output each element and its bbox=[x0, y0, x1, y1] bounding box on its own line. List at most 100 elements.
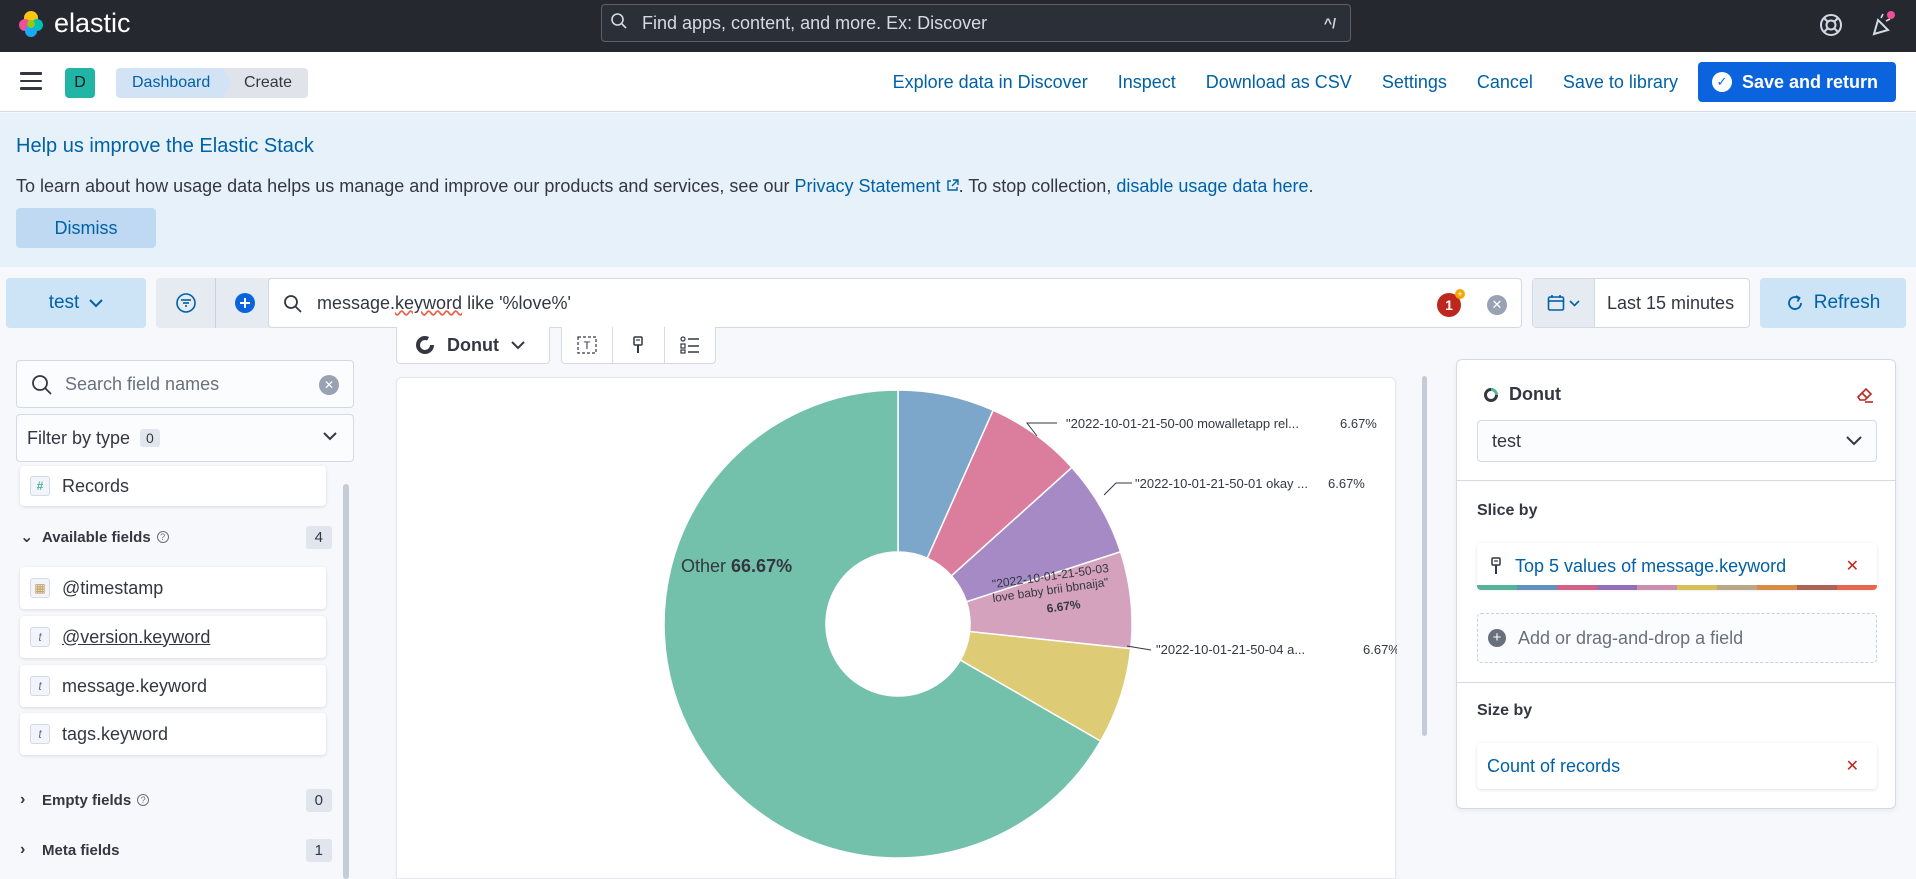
field-name: @timestamp bbox=[62, 577, 164, 598]
breadcrumb-dashboard[interactable]: Dashboard bbox=[116, 68, 232, 98]
filter-icon bbox=[175, 293, 196, 313]
donut-chart-icon bbox=[416, 336, 434, 354]
layer-header: Donut bbox=[1483, 384, 1561, 405]
privacy-statement-link[interactable]: Privacy Statement bbox=[794, 176, 959, 196]
refresh-label: Refresh bbox=[1813, 292, 1881, 313]
elastic-logo[interactable]: elastic bbox=[16, 8, 131, 39]
field-name: tags.keyword bbox=[62, 723, 169, 744]
kql-query-input[interactable]: message.keyword like '%love%' 1 + ✕ bbox=[268, 278, 1522, 328]
filter-by-type-count: 0 bbox=[140, 429, 160, 447]
refresh-button[interactable]: Refresh bbox=[1760, 278, 1906, 328]
global-search-input[interactable]: Find apps, content, and more. Ex: Discov… bbox=[601, 4, 1351, 42]
layer-data-view-value: test bbox=[1492, 430, 1522, 451]
add-field-dropzone[interactable]: + Add or drag-and-drop a field bbox=[1477, 613, 1877, 663]
legend-button[interactable] bbox=[663, 327, 715, 363]
data-view-label: test bbox=[48, 292, 80, 313]
inspect-link[interactable]: Inspect bbox=[1118, 72, 1176, 93]
callout-text-after: . bbox=[1308, 176, 1314, 196]
filter-button-group bbox=[156, 278, 274, 328]
global-header: elastic Find apps, content, and more. Ex… bbox=[0, 0, 1916, 52]
telemetry-callout: Help us improve the Elastic Stack To lea… bbox=[0, 113, 1916, 267]
add-filter-button[interactable] bbox=[215, 278, 274, 328]
clear-field-search-icon[interactable]: ✕ bbox=[319, 375, 339, 395]
callout-text: To learn about how usage data helps us m… bbox=[16, 176, 1314, 197]
divider bbox=[1457, 480, 1895, 481]
chart-type-switcher[interactable]: Donut bbox=[396, 327, 550, 364]
menu-toggle-icon[interactable] bbox=[20, 72, 42, 90]
settings-link[interactable]: Settings bbox=[1382, 72, 1447, 93]
text-label-icon: T bbox=[577, 336, 597, 354]
top-nav-links: Explore data in Discover Inspect Downloa… bbox=[863, 62, 1896, 102]
callout-label: "2022-10-01-21-50-00 mowalletapp rel... bbox=[1066, 416, 1299, 431]
palette-button[interactable] bbox=[612, 327, 663, 363]
empty-fields-count: 0 bbox=[305, 788, 332, 812]
eraser-icon[interactable] bbox=[1855, 384, 1875, 404]
cancel-link[interactable]: Cancel bbox=[1477, 72, 1533, 93]
palette-swatch bbox=[1517, 585, 1557, 590]
save-to-library-link[interactable]: Save to library bbox=[1563, 72, 1678, 93]
filter-by-type-select[interactable]: Filter by type 0 bbox=[16, 414, 354, 462]
data-view-picker[interactable]: test bbox=[6, 278, 146, 328]
search-icon bbox=[32, 375, 52, 395]
callout-leader-line bbox=[1103, 482, 1132, 496]
calendar-icon bbox=[1547, 295, 1565, 311]
check-icon: ✓ bbox=[1711, 72, 1732, 92]
palette-preview bbox=[1477, 585, 1877, 590]
sidebar-scrollbar[interactable] bbox=[343, 484, 349, 879]
field-item-tags-keyword[interactable]: t tags.keyword bbox=[20, 713, 326, 755]
filter-menu-button[interactable] bbox=[156, 278, 215, 328]
remove-slice-icon[interactable]: ✕ bbox=[1846, 556, 1859, 576]
field-search-input[interactable] bbox=[65, 373, 305, 395]
number-field-icon: # bbox=[30, 476, 50, 496]
size-by-dimension-button[interactable]: Count of records ✕ bbox=[1477, 743, 1877, 789]
field-item-timestamp[interactable]: ▦ @timestamp bbox=[20, 567, 326, 609]
palette-swatch bbox=[1557, 585, 1597, 590]
workspace-scrollbar[interactable] bbox=[1422, 376, 1427, 736]
available-fields-header[interactable]: ⌄ Available fields ? 4 bbox=[20, 522, 332, 552]
plus-circle-icon bbox=[235, 293, 255, 313]
field-item-version-keyword[interactable]: t @version.keyword bbox=[20, 616, 326, 658]
palette-swatch bbox=[1637, 585, 1677, 590]
divider bbox=[1457, 682, 1895, 683]
quick-menu-button[interactable] bbox=[1533, 279, 1595, 327]
callout-pct: 6.67% bbox=[1340, 416, 1377, 431]
callout-title: Help us improve the Elastic Stack bbox=[16, 135, 314, 157]
badge-plus-icon: + bbox=[1455, 289, 1465, 299]
search-icon bbox=[284, 295, 302, 313]
time-range-label[interactable]: Last 15 minutes bbox=[1607, 293, 1734, 314]
slice-by-dimension-button[interactable]: Top 5 values of message.keyword ✕ bbox=[1477, 543, 1877, 589]
field-item-records[interactable]: # Records bbox=[20, 466, 326, 506]
remove-size-icon[interactable]: ✕ bbox=[1846, 756, 1859, 776]
donut-chart[interactable]: Other 66.67% "2022-10-01-21-50-03love bab… bbox=[397, 378, 1400, 879]
callout-text-before: To learn about how usage data helps us m… bbox=[16, 176, 795, 196]
explore-discover-link[interactable]: Explore data in Discover bbox=[893, 72, 1088, 93]
disable-usage-link[interactable]: disable usage data here bbox=[1116, 176, 1308, 196]
empty-fields-label: Empty fields bbox=[42, 791, 132, 809]
help-icon[interactable]: ? bbox=[137, 794, 150, 806]
app-bar: D Dashboard Create Explore data in Disco… bbox=[0, 52, 1916, 112]
chevron-right-icon: › bbox=[20, 791, 26, 808]
space-avatar[interactable]: D bbox=[65, 68, 95, 98]
download-csv-link[interactable]: Download as CSV bbox=[1206, 72, 1352, 93]
field-item-message-keyword[interactable]: t message.keyword bbox=[20, 665, 326, 707]
dismiss-button[interactable]: Dismiss bbox=[16, 208, 156, 248]
newsfeed-icon[interactable] bbox=[1866, 10, 1896, 40]
available-fields-count: 4 bbox=[305, 525, 332, 549]
data-view-select[interactable]: test bbox=[1477, 420, 1877, 462]
size-by-value: Count of records bbox=[1487, 755, 1621, 776]
labels-button[interactable]: T bbox=[562, 327, 612, 363]
layer-config-panel: Donut test Slice by Top 5 values of mess… bbox=[1456, 359, 1896, 809]
help-icon[interactable] bbox=[1816, 10, 1846, 40]
refresh-icon bbox=[1787, 295, 1802, 310]
save-and-return-button[interactable]: ✓ Save and return bbox=[1697, 62, 1896, 102]
query-text: message.keyword like '%love%' bbox=[317, 292, 571, 313]
meta-fields-header[interactable]: › Meta fields 1 bbox=[20, 835, 332, 865]
size-by-label: Size by bbox=[1477, 702, 1533, 719]
clear-query-icon[interactable]: ✕ bbox=[1487, 295, 1507, 315]
field-name: Records bbox=[62, 475, 130, 496]
legend-icon bbox=[680, 336, 699, 354]
chevron-down-icon bbox=[89, 298, 104, 307]
help-icon[interactable]: ? bbox=[156, 531, 169, 543]
empty-fields-header[interactable]: › Empty fields ? 0 bbox=[20, 785, 332, 815]
elastic-logo-icon bbox=[19, 10, 43, 37]
